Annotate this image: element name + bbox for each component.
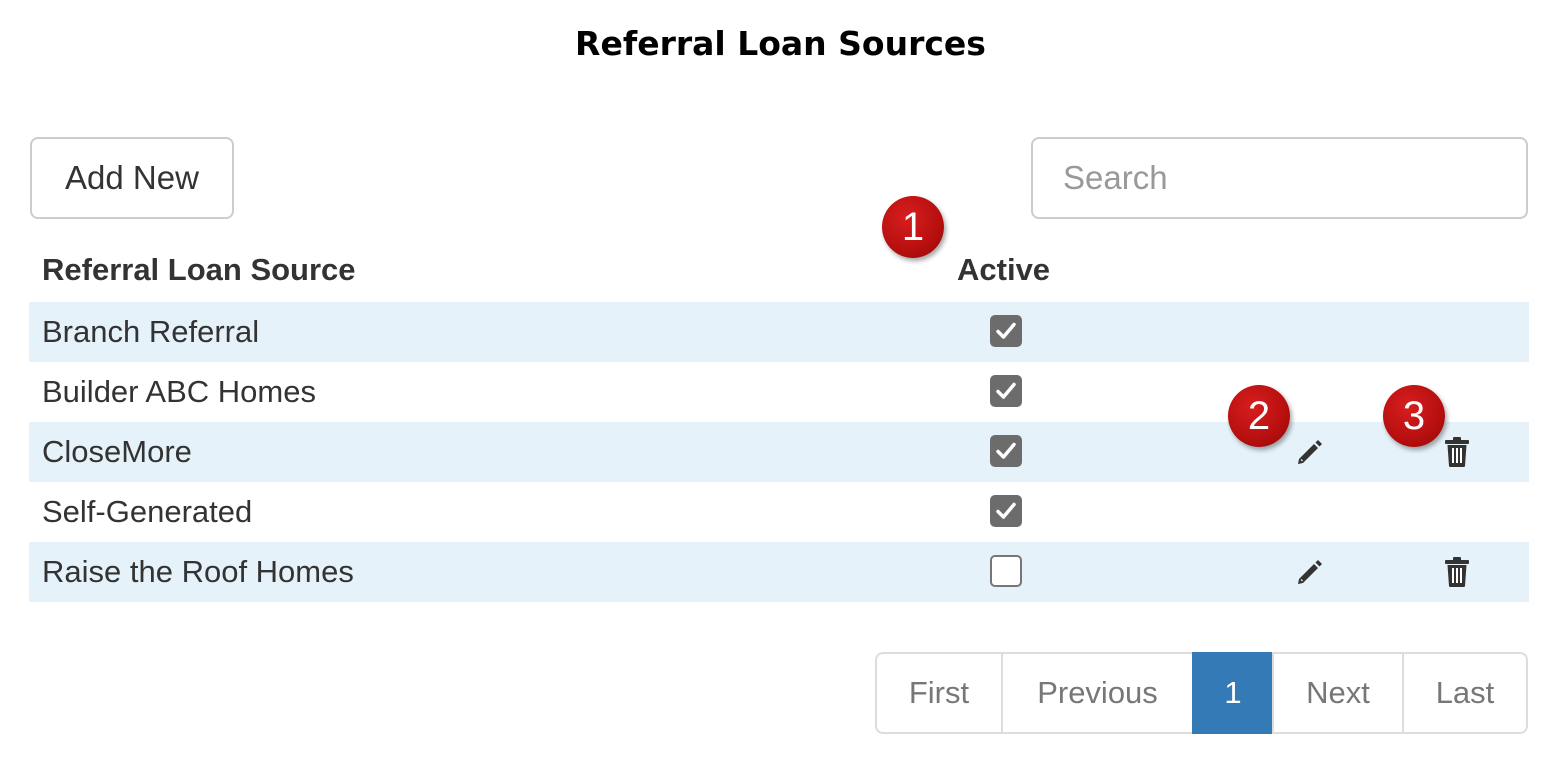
checkmark-icon <box>996 442 1016 459</box>
column-header-referral-loan-source[interactable]: Referral Loan Source <box>42 252 356 288</box>
pagination-first[interactable]: First <box>875 652 1003 734</box>
column-header-active[interactable]: Active <box>957 252 1050 288</box>
trash-icon[interactable] <box>1444 436 1470 468</box>
callout-marker-3: 3 <box>1383 385 1445 447</box>
pencil-icon[interactable] <box>1295 437 1325 467</box>
referral-sources-table: Branch Referral Builder ABC Homes CloseM… <box>29 302 1529 602</box>
source-name: Builder ABC Homes <box>42 374 316 409</box>
add-new-button[interactable]: Add New <box>30 137 234 219</box>
pagination: First Previous 1 Next Last <box>875 652 1528 734</box>
pencil-icon[interactable] <box>1295 557 1325 587</box>
page-title: Referral Loan Sources <box>575 24 986 63</box>
pagination-last[interactable]: Last <box>1402 652 1528 734</box>
table-row: CloseMore <box>29 422 1529 482</box>
source-name: Raise the Roof Homes <box>42 554 354 589</box>
table-row: Builder ABC Homes <box>29 362 1529 422</box>
active-checkbox[interactable] <box>990 435 1022 467</box>
active-checkbox[interactable] <box>990 315 1022 347</box>
table-row: Branch Referral <box>29 302 1529 362</box>
checkmark-icon <box>996 382 1016 399</box>
active-checkbox[interactable] <box>990 495 1022 527</box>
callout-marker-1: 1 <box>882 196 944 258</box>
source-name: CloseMore <box>42 434 192 469</box>
checkmark-icon <box>996 502 1016 519</box>
trash-icon[interactable] <box>1444 556 1470 588</box>
pagination-page-current[interactable]: 1 <box>1192 652 1274 734</box>
callout-marker-2: 2 <box>1228 385 1290 447</box>
search-input[interactable] <box>1031 137 1528 219</box>
table-row: Raise the Roof Homes <box>29 542 1529 602</box>
source-name: Branch Referral <box>42 314 260 349</box>
checkmark-icon <box>996 322 1016 339</box>
active-checkbox[interactable] <box>990 375 1022 407</box>
source-name: Self-Generated <box>42 494 253 529</box>
table-row: Self-Generated <box>29 482 1529 542</box>
active-checkbox[interactable] <box>990 555 1022 587</box>
pagination-previous[interactable]: Previous <box>1001 652 1194 734</box>
pagination-next[interactable]: Next <box>1272 652 1404 734</box>
